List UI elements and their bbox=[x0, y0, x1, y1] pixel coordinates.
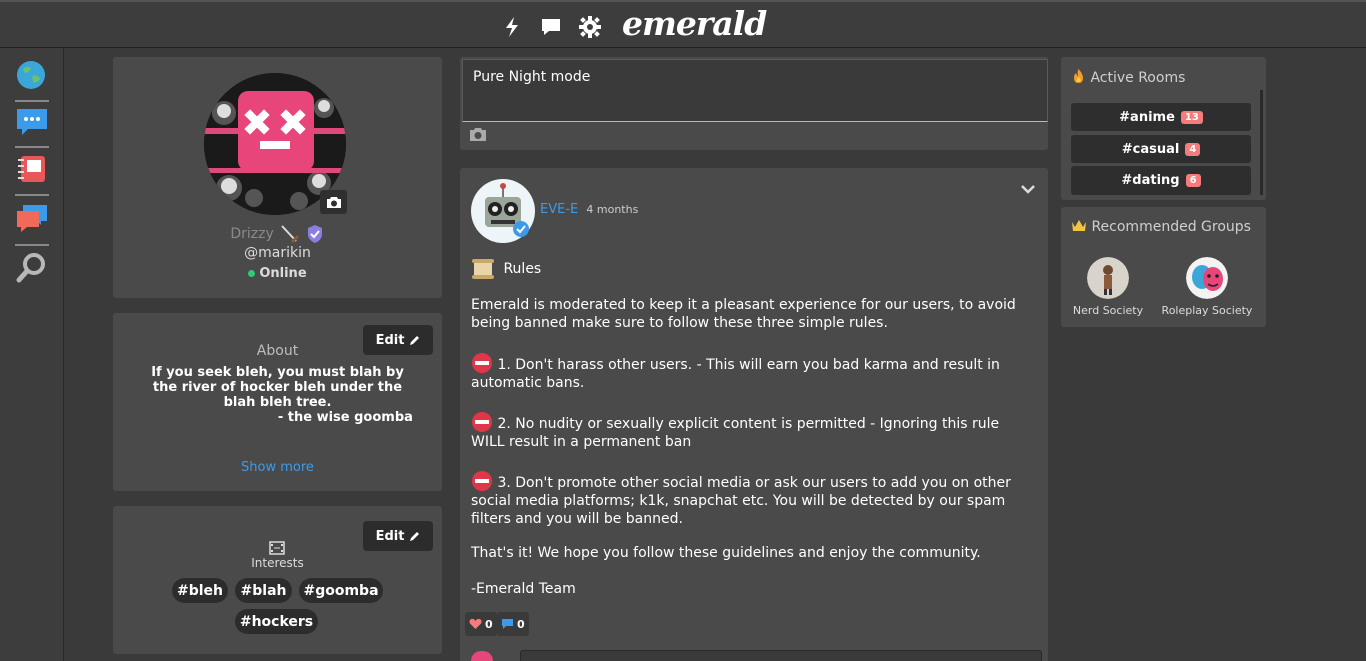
online-dot bbox=[248, 270, 256, 277]
no-entry-icon bbox=[472, 353, 492, 373]
nav-divider bbox=[15, 244, 49, 246]
interests-edit-button[interactable]: Edit bbox=[363, 521, 433, 551]
interests-title: Interests bbox=[251, 556, 304, 570]
sword-icon bbox=[281, 225, 300, 244]
active-rooms-title: Active Rooms bbox=[1071, 68, 1185, 86]
theater-masks-icon bbox=[1186, 257, 1228, 299]
room-item[interactable]: #casual 4 bbox=[1071, 135, 1251, 163]
about-card: Edit About If you seek bleh, you must bl… bbox=[113, 313, 442, 491]
post-title-row: Rules bbox=[471, 258, 1031, 280]
gear-icon[interactable] bbox=[579, 16, 601, 38]
notebook-icon[interactable] bbox=[15, 153, 49, 187]
comment-button[interactable]: 0 bbox=[497, 612, 529, 636]
post-composer: Pure Night mode bbox=[460, 57, 1048, 150]
group-avatar bbox=[1087, 257, 1129, 299]
room-item[interactable]: #anime 13 bbox=[1071, 103, 1251, 131]
interest-tag[interactable]: #goomba bbox=[299, 578, 383, 603]
post-outro: That's it! We hope you follow these guid… bbox=[471, 545, 981, 561]
room-item[interactable]: #dating 6 bbox=[1071, 166, 1251, 195]
messages-icon[interactable] bbox=[15, 106, 49, 140]
no-entry-icon bbox=[472, 412, 492, 432]
top-bar: emerald bbox=[0, 0, 1366, 48]
camera-icon[interactable] bbox=[469, 127, 487, 142]
room-count-badge: 13 bbox=[1180, 110, 1203, 124]
profile-card: Drizzy @marikin Online bbox=[113, 57, 442, 298]
online-status: Online bbox=[113, 266, 442, 281]
post-time: 4 months bbox=[586, 203, 639, 216]
commenter-avatar bbox=[471, 651, 493, 661]
post-author[interactable]: EVE-E bbox=[540, 202, 578, 217]
scroll-icon bbox=[472, 259, 494, 279]
post-text-input[interactable]: Pure Night mode bbox=[462, 59, 1048, 122]
room-count-badge: 6 bbox=[1185, 174, 1201, 187]
recommended-groups-card: Recommended Groups Nerd Society Roleplay… bbox=[1061, 207, 1266, 327]
no-entry-icon bbox=[472, 471, 492, 491]
show-more-link[interactable]: Show more bbox=[113, 460, 442, 475]
post-intro: Emerald is moderated to keep it a pleasa… bbox=[471, 297, 1016, 331]
fire-icon bbox=[1074, 69, 1083, 83]
display-name: Drizzy bbox=[230, 226, 274, 242]
rooms-scrollbar[interactable] bbox=[1260, 90, 1263, 195]
about-title: About bbox=[256, 343, 299, 359]
pencil-icon bbox=[410, 531, 420, 541]
brand-logo[interactable]: emerald bbox=[622, 4, 767, 43]
active-rooms-card: Active Rooms #anime 13 #casual 4 #dating 6 bbox=[1061, 57, 1266, 200]
interest-tag[interactable]: #hockers bbox=[235, 609, 318, 634]
display-name-row: Drizzy bbox=[113, 223, 442, 245]
search-icon[interactable] bbox=[15, 252, 49, 286]
film-icon bbox=[269, 541, 285, 555]
post-author-row: EVE-E 4 months bbox=[540, 202, 638, 217]
left-nav bbox=[0, 48, 64, 661]
crown-icon bbox=[1072, 220, 1086, 231]
chat-icon[interactable] bbox=[540, 16, 562, 38]
nav-divider bbox=[15, 100, 49, 102]
comment-input[interactable] bbox=[520, 650, 1042, 661]
nav-divider bbox=[15, 194, 49, 196]
chevron-down-icon[interactable] bbox=[1021, 184, 1035, 194]
post-card: EVE-E 4 months Rules Emerald is moderate… bbox=[460, 168, 1048, 661]
room-count-badge: 4 bbox=[1185, 142, 1201, 156]
nav-divider bbox=[15, 146, 49, 148]
username-handle: @marikin bbox=[244, 245, 311, 261]
rule-item: 1. Don't harass other users. - This will… bbox=[471, 352, 1031, 392]
group-item[interactable]: Nerd Society bbox=[1069, 257, 1147, 317]
globe-icon[interactable] bbox=[15, 59, 49, 93]
group-item[interactable]: Roleplay Society bbox=[1159, 257, 1255, 317]
lightning-icon[interactable] bbox=[502, 16, 524, 38]
interest-tag[interactable]: #blah bbox=[235, 578, 292, 603]
change-photo-button[interactable] bbox=[320, 190, 347, 214]
rule-item: 3. Don't promote other social media or a… bbox=[471, 470, 1031, 528]
camera-icon bbox=[326, 196, 341, 208]
interest-tag[interactable]: #bleh bbox=[172, 578, 228, 603]
rule-item: 2. No nudity or sexually explicit conten… bbox=[471, 411, 1031, 451]
post-title: Rules bbox=[503, 261, 542, 277]
author-avatar[interactable] bbox=[471, 179, 535, 243]
recommended-groups-title: Recommended Groups bbox=[1071, 218, 1251, 235]
heart-icon bbox=[469, 618, 482, 629]
interests-card: Edit Interests #bleh #blah #goomba #hock… bbox=[113, 506, 442, 654]
comment-icon bbox=[502, 619, 513, 629]
post-signature: -Emerald Team bbox=[471, 581, 576, 597]
about-text: If you seek bleh, you must blah by the r… bbox=[151, 365, 413, 425]
like-button[interactable]: 0 bbox=[465, 612, 497, 636]
verified-shield-icon bbox=[307, 225, 322, 243]
chat-bubbles-icon[interactable] bbox=[15, 203, 49, 237]
